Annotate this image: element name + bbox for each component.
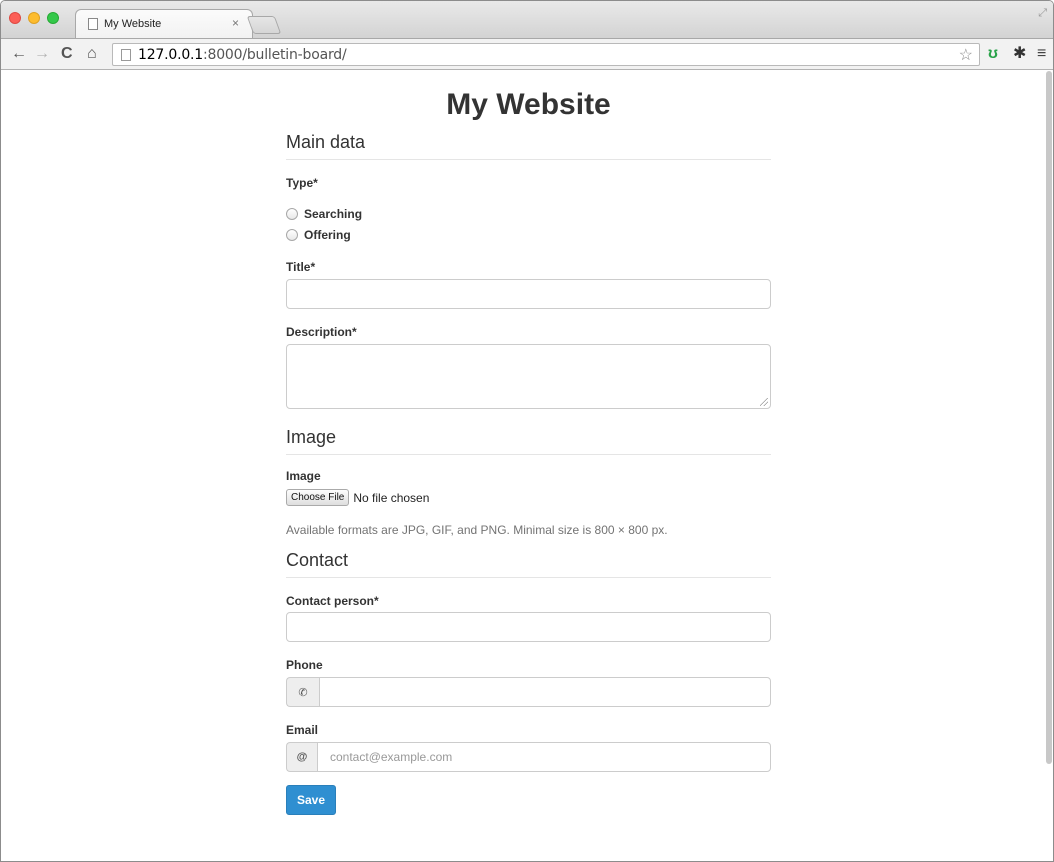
tab-strip: My Website × ⤢ <box>1 1 1053 38</box>
radio-label: Offering <box>304 228 351 242</box>
radio-searching[interactable]: Searching <box>286 207 362 221</box>
settings-icon[interactable]: ✱ <box>1013 46 1026 62</box>
phone-icon: ✆ <box>286 677 319 707</box>
page-icon <box>121 49 131 61</box>
section-contact: Contact <box>286 550 771 578</box>
reload-icon[interactable]: C <box>61 45 73 63</box>
url-host: 127.0.0.1 <box>138 47 203 63</box>
phone-input-group: ✆ <box>286 677 771 707</box>
tab-title: My Website <box>104 18 162 30</box>
url-text: 127.0.0.1:8000/bulletin-board/ <box>138 47 347 63</box>
zoom-window-button[interactable] <box>47 12 59 24</box>
choose-file-button[interactable]: Choose File <box>286 489 350 506</box>
page-icon <box>88 18 98 30</box>
resize-handle[interactable] <box>760 398 768 406</box>
email-input-group: @ contact@example.com <box>286 742 771 772</box>
image-label: Image <box>286 469 321 483</box>
email-input[interactable]: contact@example.com <box>317 742 771 772</box>
file-input[interactable]: Choose File No file chosen <box>286 489 429 506</box>
back-icon[interactable]: ← <box>11 45 27 63</box>
forward-icon[interactable]: → <box>34 45 50 63</box>
radio-offering[interactable]: Offering <box>286 228 351 242</box>
at-icon: @ <box>286 742 317 772</box>
contact-person-label: Contact person* <box>286 594 379 608</box>
radio-button[interactable] <box>286 229 298 241</box>
new-tab-button[interactable] <box>246 16 282 34</box>
close-icon[interactable]: × <box>232 16 239 30</box>
email-label: Email <box>286 723 319 737</box>
scrollbar[interactable] <box>1045 71 1053 861</box>
description-textarea[interactable] <box>286 344 771 409</box>
image-help-text: Available formats are JPG, GIF, and PNG.… <box>286 523 668 537</box>
minimize-window-button[interactable] <box>28 12 40 24</box>
type-label: Type* <box>286 176 318 190</box>
file-status: No file chosen <box>353 490 430 505</box>
section-image: Image <box>286 427 771 455</box>
description-label: Description* <box>286 325 357 339</box>
browser-window: My Website × ⤢ ← → C ⌂ 127.0.0.1:8000/bu… <box>0 0 1054 862</box>
page-title: My Website <box>446 88 611 121</box>
title-input[interactable] <box>286 279 771 309</box>
bookmark-star-icon[interactable]: ☆ <box>959 45 973 65</box>
scrollbar-thumb[interactable] <box>1046 71 1052 764</box>
home-icon[interactable]: ⌂ <box>87 45 97 63</box>
phone-label: Phone <box>286 658 323 672</box>
phone-input[interactable] <box>319 677 771 707</box>
extension-icon[interactable]: ʊ <box>988 46 998 62</box>
address-bar[interactable]: 127.0.0.1:8000/bulletin-board/ ☆ <box>112 43 980 66</box>
section-main-data: Main data <box>286 132 771 160</box>
tab-my-website[interactable]: My Website × <box>75 9 253 38</box>
browser-toolbar: ← → C ⌂ 127.0.0.1:8000/bulletin-board/ ☆… <box>1 38 1053 70</box>
page-content: My Website Main data Type* Searching Off… <box>1 71 1046 861</box>
title-label: Title* <box>286 260 316 274</box>
save-button[interactable]: Save <box>286 785 336 815</box>
radio-button[interactable] <box>286 208 298 220</box>
fullscreen-icon[interactable]: ⤢ <box>1038 7 1047 20</box>
radio-label: Searching <box>304 207 363 221</box>
menu-icon[interactable]: ≡ <box>1037 46 1046 62</box>
close-window-button[interactable] <box>9 12 21 24</box>
contact-person-input[interactable] <box>286 612 771 642</box>
url-path: :8000/bulletin-board/ <box>203 47 347 63</box>
